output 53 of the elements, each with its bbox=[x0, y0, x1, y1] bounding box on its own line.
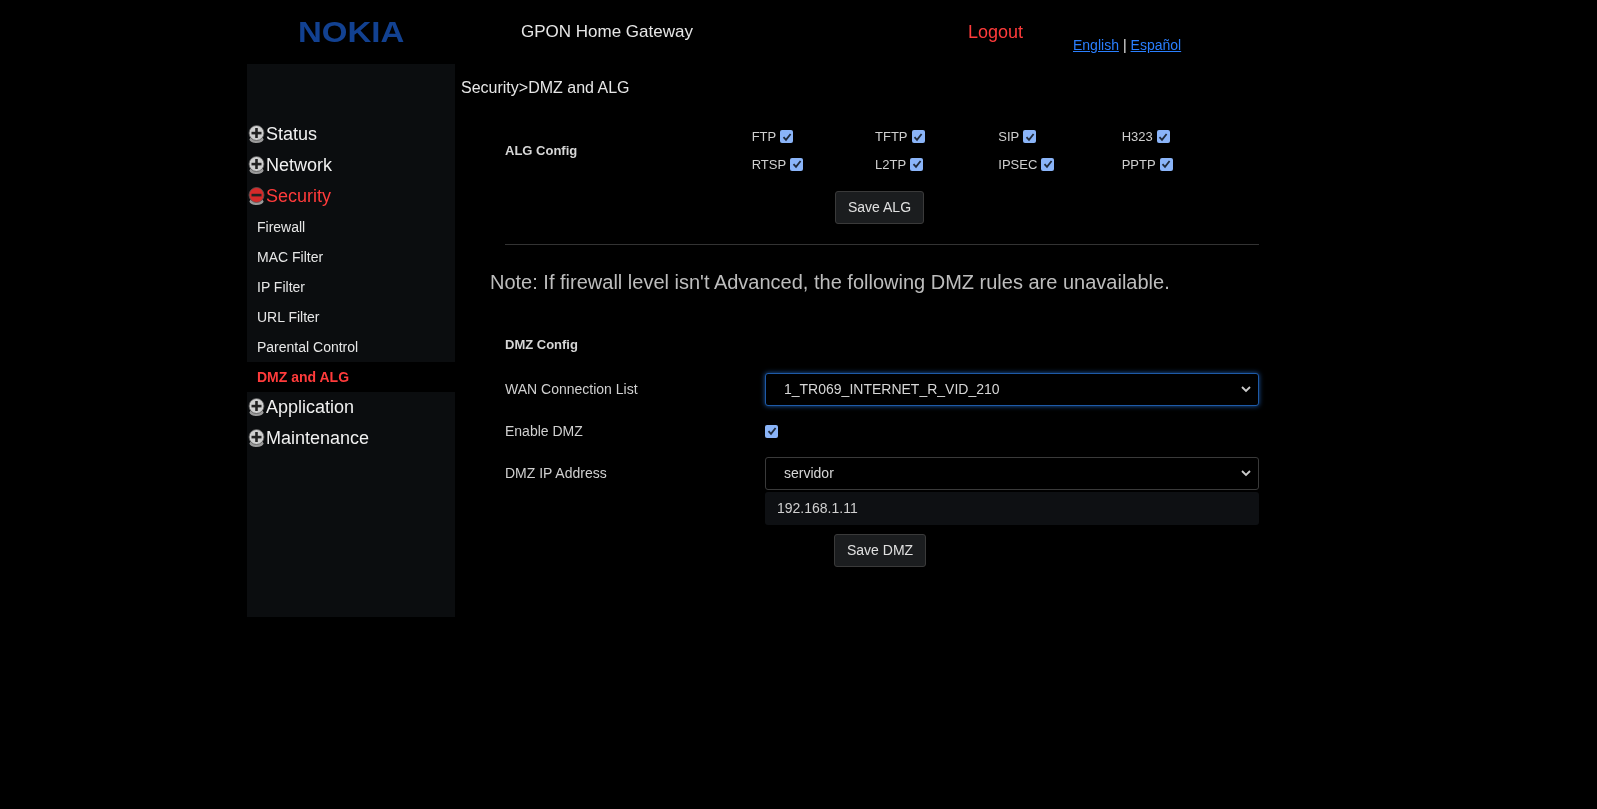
nav-subitem[interactable]: MAC Filter bbox=[247, 242, 455, 272]
field-label: Enable DMZ bbox=[505, 421, 584, 441]
nav-item[interactable]: Maintenance bbox=[247, 423, 455, 454]
language-link[interactable]: English bbox=[1073, 34, 1119, 56]
checkbox[interactable] bbox=[765, 424, 778, 438]
plus-icon[interactable] bbox=[247, 125, 266, 144]
field-label: WAN Connection List bbox=[505, 379, 639, 399]
checkbox-label: TFTP bbox=[875, 128, 908, 146]
page-title: GPON Home Gateway bbox=[520, 21, 694, 44]
nav-item[interactable]: Application bbox=[247, 392, 455, 423]
save-dmz-button[interactable]: Save DMZ bbox=[834, 533, 927, 567]
checkbox-label: L2TP bbox=[875, 155, 907, 174]
nav-subitem[interactable]: Firewall bbox=[247, 212, 455, 242]
breadcrumb: Security>DMZ and ALG bbox=[461, 78, 631, 96]
chevron-down-icon bbox=[1240, 467, 1252, 479]
checkbox[interactable] bbox=[1023, 130, 1037, 144]
checkbox[interactable] bbox=[790, 157, 804, 171]
checkbox[interactable] bbox=[1041, 157, 1055, 171]
checkbox-label: SIP bbox=[998, 128, 1020, 146]
checkbox-label: H323 bbox=[1121, 128, 1153, 146]
checkbox-label: IPSEC bbox=[998, 155, 1038, 174]
plus-icon[interactable] bbox=[247, 156, 266, 175]
dropdown-option[interactable]: 192.168.1.11 bbox=[765, 491, 1259, 525]
section-title: ALG Config bbox=[505, 141, 579, 160]
dropdown[interactable]: servidor bbox=[765, 456, 1259, 490]
chevron-down-icon bbox=[1240, 383, 1252, 395]
logout-link[interactable]: Logout bbox=[968, 18, 1073, 46]
checkbox-label: FTP bbox=[751, 128, 777, 146]
nav-subitem[interactable]: Parental Control bbox=[247, 332, 455, 362]
checkbox[interactable] bbox=[1159, 157, 1173, 171]
checkbox-label: PPTP bbox=[1121, 155, 1156, 174]
separator: | bbox=[1122, 35, 1127, 55]
checkbox[interactable] bbox=[1156, 130, 1170, 144]
nav-subitem[interactable]: DMZ and ALG bbox=[247, 362, 455, 392]
nav-item[interactable]: Security bbox=[247, 181, 455, 212]
plus-icon[interactable] bbox=[247, 429, 266, 448]
field-label: DMZ IP Address bbox=[505, 463, 608, 483]
section-title: DMZ Config bbox=[504, 336, 579, 354]
language-link[interactable]: Español bbox=[1130, 34, 1182, 56]
checkbox-label: RTSP bbox=[751, 155, 787, 174]
save-alg-button[interactable]: Save ALG bbox=[835, 191, 925, 224]
dropdown[interactable]: 1_TR069_INTERNET_R_VID_210 bbox=[765, 372, 1259, 406]
nav-subitem[interactable]: IP Filter bbox=[247, 272, 455, 302]
note-text: Note: If firewall level isn't Advanced, the following DMZ rules are unavailable. bbox=[489, 270, 1171, 295]
checkbox[interactable] bbox=[911, 130, 925, 144]
nav-subitem[interactable]: URL Filter bbox=[247, 302, 455, 332]
nav-item[interactable]: Status bbox=[247, 119, 455, 150]
plus-icon[interactable] bbox=[247, 398, 266, 417]
checkbox[interactable] bbox=[910, 157, 924, 171]
logo: NOKIA bbox=[298, 14, 406, 51]
nav-item[interactable]: Network bbox=[247, 150, 455, 181]
checkbox[interactable] bbox=[780, 130, 794, 144]
minus-icon[interactable] bbox=[247, 187, 266, 206]
